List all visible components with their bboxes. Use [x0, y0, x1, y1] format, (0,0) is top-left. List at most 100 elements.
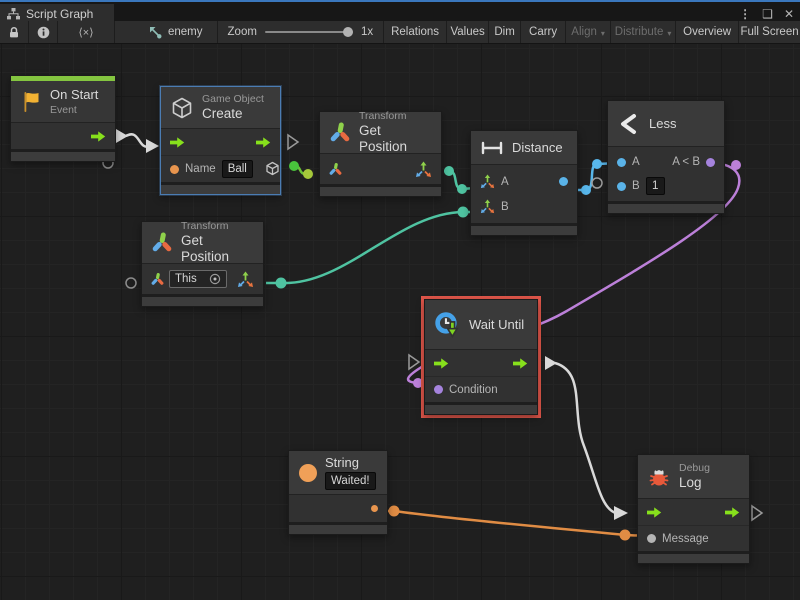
zoom-value: 1x	[361, 26, 373, 38]
less-than-icon	[617, 113, 641, 135]
port-label: Condition	[449, 384, 498, 396]
node-get-position-top[interactable]: Transform Get Position	[319, 111, 442, 197]
vector3-in-port[interactable]	[480, 174, 495, 189]
unconnected-flow-triangle[interactable]	[752, 506, 762, 520]
less-a-in-port[interactable]	[617, 158, 626, 167]
info-button[interactable]	[29, 21, 58, 43]
node-title: Distance	[512, 140, 563, 155]
string-type-icon	[298, 463, 318, 483]
node-footer	[161, 182, 280, 194]
full-screen-button[interactable]: Full Screen	[739, 21, 800, 43]
node-distance[interactable]: Distance A	[470, 130, 578, 236]
wait-clock-icon	[434, 311, 461, 338]
code-preview-button[interactable]: ⟨×⟩	[58, 21, 115, 43]
node-title: String	[325, 455, 376, 471]
chevron-down-icon: ▾	[667, 29, 671, 38]
lock-button[interactable]	[0, 21, 29, 43]
string-out-port[interactable]	[371, 505, 378, 512]
node-string[interactable]: String Waited!	[288, 450, 388, 535]
wire-string-debuglog[interactable]	[372, 506, 650, 541]
graph-canvas[interactable]: On Start Event Game Object Create	[0, 44, 800, 600]
align-button[interactable]: Align ▾	[566, 21, 611, 43]
maximize-icon[interactable]: ❑	[762, 8, 773, 20]
less-b-in-port[interactable]	[617, 182, 626, 191]
transform-icon	[151, 232, 173, 254]
node-title: Get Position	[181, 233, 253, 265]
port-label: A	[632, 156, 640, 168]
node-debug-log[interactable]: Debug Log Message	[637, 454, 750, 564]
node-title: On Start	[50, 87, 98, 103]
wire-flow-onstart-create[interactable]	[116, 129, 159, 153]
title-bar: Script Graph ⋮ ❑ ✕	[0, 0, 800, 21]
graph-breadcrumb[interactable]: enemy	[139, 21, 217, 43]
less-out-port[interactable]	[706, 158, 715, 167]
wire-getposition-distance-b[interactable]	[266, 207, 476, 289]
flow-in-port[interactable]	[647, 507, 662, 518]
node-title: Wait Until	[469, 317, 524, 332]
flow-out-port[interactable]	[725, 507, 740, 518]
message-in-port[interactable]	[647, 534, 656, 543]
dim-button[interactable]: Dim	[489, 21, 521, 43]
gameobject-out-port[interactable]	[265, 161, 280, 177]
node-title: Less	[649, 116, 676, 131]
object-picker-icon[interactable]	[209, 273, 221, 285]
name-input-port[interactable]	[170, 165, 179, 174]
node-title: Create	[202, 106, 264, 122]
node-footer	[425, 402, 537, 414]
vector3-out-port[interactable]	[415, 161, 432, 178]
node-less[interactable]: Less A A < B B 1	[607, 100, 725, 214]
cube-icon	[170, 96, 194, 120]
node-footer	[608, 201, 724, 213]
b-value-field[interactable]: 1	[646, 177, 665, 195]
window-menu-icon[interactable]: ⋮	[739, 8, 751, 20]
transform-in-port[interactable]	[151, 273, 164, 285]
close-icon[interactable]: ✕	[784, 8, 794, 20]
flow-out-port[interactable]	[513, 358, 528, 369]
transform-icon	[329, 122, 351, 144]
node-subtitle: Event	[50, 104, 98, 117]
carry-button[interactable]: Carry	[521, 21, 566, 43]
graph-name: enemy	[168, 26, 203, 38]
toolbar-spacer	[115, 21, 139, 43]
node-footer	[142, 294, 263, 306]
node-category: Transform	[359, 110, 431, 123]
wire-flow-waituntil-debuglog[interactable]	[545, 356, 628, 520]
condition-in-port[interactable]	[434, 385, 443, 394]
info-icon	[37, 26, 50, 39]
output-label: A < B	[672, 156, 700, 168]
values-button[interactable]: Values	[447, 21, 489, 43]
flow-out-port[interactable]	[256, 137, 271, 148]
node-title: Get Position	[359, 123, 431, 155]
flow-out-port[interactable]	[91, 131, 106, 142]
transform-in-port[interactable]	[329, 163, 342, 175]
wire-gameobject-getposition[interactable]	[289, 161, 313, 179]
node-category: Debug	[679, 462, 710, 475]
relations-button[interactable]: Relations	[384, 21, 447, 43]
node-get-position-bottom[interactable]: Transform Get Position This	[141, 221, 264, 307]
overview-button[interactable]: Overview	[676, 21, 739, 43]
zoom-control: Zoom 1x	[217, 21, 385, 43]
distribute-button[interactable]: Distribute ▾	[611, 21, 676, 43]
zoom-slider[interactable]	[265, 31, 353, 33]
port-label: Name	[185, 163, 216, 175]
chevron-down-icon: ▾	[601, 29, 605, 38]
unconnected-flow-triangle[interactable]	[288, 135, 298, 149]
name-field[interactable]: Ball	[222, 160, 253, 178]
node-wait-until[interactable]: Wait Until Condition	[424, 299, 538, 415]
flow-in-port[interactable]	[434, 358, 449, 369]
unconnected-port-circle[interactable]	[126, 278, 136, 288]
node-create[interactable]: Game Object Create Name Ball	[160, 86, 281, 195]
vector3-out-port[interactable]	[237, 271, 254, 288]
unconnected-port-circle[interactable]	[592, 178, 602, 188]
node-category: Transform	[181, 220, 253, 233]
string-value-field[interactable]: Waited!	[325, 472, 376, 490]
flow-in-port[interactable]	[170, 137, 185, 148]
node-category: Game Object	[202, 93, 264, 106]
vector3-in-port[interactable]	[480, 199, 495, 214]
node-on-start[interactable]: On Start Event	[10, 75, 116, 162]
bug-icon	[647, 465, 671, 489]
unconnected-flow-triangle[interactable]	[409, 355, 419, 369]
distance-out-port[interactable]	[559, 177, 568, 186]
target-object-field[interactable]: This	[169, 270, 227, 288]
zoom-slider-handle[interactable]	[343, 27, 353, 37]
